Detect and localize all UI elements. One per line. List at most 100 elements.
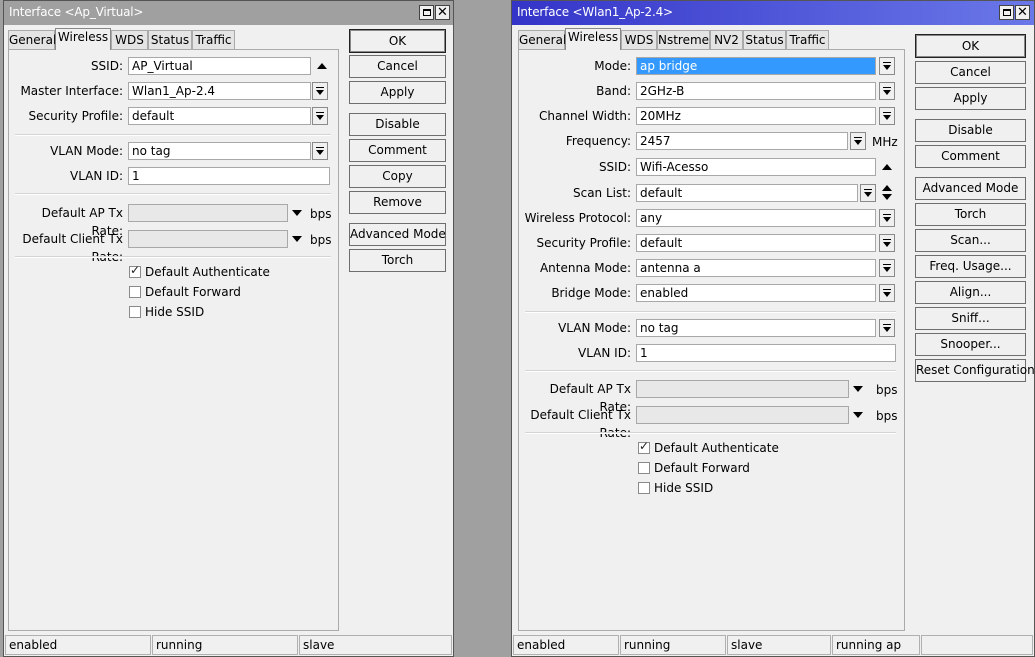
tab-status[interactable]: Status [148, 30, 192, 49]
ssid-label: SSID: [598, 160, 631, 174]
collapse-arrow-icon[interactable] [317, 63, 327, 69]
band-select[interactable]: 2GHz-B [636, 82, 876, 100]
apply-button[interactable]: Apply [349, 81, 446, 104]
cancel-button[interactable]: Cancel [349, 55, 446, 78]
security-profile-select[interactable]: default [636, 234, 876, 252]
tab-wds[interactable]: WDS [621, 30, 657, 49]
tab-nstreme[interactable]: Nstreme [657, 30, 710, 49]
tab-traffic[interactable]: Traffic [786, 30, 829, 49]
ssid-field[interactable]: AP_Virtual [128, 57, 311, 75]
dropdown-arrow-icon[interactable] [853, 412, 863, 418]
mode-select[interactable]: ap bridge [636, 57, 876, 75]
advanced-mode-button[interactable]: Advanced Mode [915, 177, 1026, 200]
master-interface-dropdown-icon[interactable] [312, 82, 328, 100]
align-button[interactable]: Align... [915, 281, 1026, 304]
maximize-icon[interactable] [419, 5, 434, 20]
apply-button[interactable]: Apply [915, 87, 1026, 110]
collapse-arrow-icon[interactable] [882, 164, 892, 170]
frequency-dropdown-icon[interactable] [850, 132, 866, 150]
antenna-mode-label: Antenna Mode: [539, 261, 631, 275]
tab-general[interactable]: General [518, 30, 566, 49]
copy-button[interactable]: Copy [349, 165, 446, 188]
bridge-mode-select[interactable]: enabled [636, 284, 876, 302]
ssid-label: SSID: [90, 59, 123, 73]
freq-usage-button[interactable]: Freq. Usage... [915, 255, 1026, 278]
default-client-tx-rate-field [636, 406, 849, 424]
tab-traffic[interactable]: Traffic [192, 30, 235, 49]
status-empty [921, 635, 1033, 655]
title-bar[interactable]: Interface <Wlan1_Ap-2.4> ✕ [512, 1, 1034, 25]
maximize-icon[interactable] [999, 5, 1014, 20]
vlan-id-field[interactable]: 1 [128, 167, 330, 185]
bridge-mode-dropdown-icon[interactable] [879, 284, 895, 302]
dropdown-arrow-icon[interactable] [853, 386, 863, 392]
wireless-panel: Mode: ap bridge Band: 2GHz-B Channel Wid… [518, 49, 905, 631]
vlan-mode-dropdown-icon[interactable] [879, 319, 895, 337]
ok-button[interactable]: OK [349, 29, 446, 53]
close-icon[interactable]: ✕ [435, 5, 450, 20]
channel-width-select[interactable]: 20MHz [636, 107, 876, 125]
band-dropdown-icon[interactable] [879, 82, 895, 100]
comment-button[interactable]: Comment [915, 145, 1026, 168]
mode-label: Mode: [594, 59, 631, 73]
tab-wireless[interactable]: Wireless [565, 28, 621, 50]
title-bar[interactable]: Interface <Ap_Virtual> ✕ [4, 1, 453, 25]
dropdown-arrow-icon[interactable] [292, 236, 302, 242]
status-slave: slave [727, 635, 831, 655]
hide-ssid-checkbox[interactable] [638, 482, 650, 494]
hide-ssid-checkbox[interactable] [129, 306, 141, 318]
tab-nv2[interactable]: NV2 [710, 30, 743, 49]
ssid-field[interactable]: Wifi-Acesso [636, 158, 876, 176]
default-client-tx-rate-label: Default Client Tx Rate: [22, 232, 123, 264]
sniff-button[interactable]: Sniff... [915, 307, 1026, 330]
security-profile-label: Security Profile: [536, 236, 631, 250]
dropdown-arrow-icon[interactable] [292, 210, 302, 216]
wireless-protocol-dropdown-icon[interactable] [879, 209, 895, 227]
security-profile-dropdown-icon[interactable] [879, 234, 895, 252]
channel-width-dropdown-icon[interactable] [879, 107, 895, 125]
close-icon[interactable]: ✕ [1015, 5, 1030, 20]
remove-button[interactable]: Remove [349, 191, 446, 214]
bps-unit: bps [876, 409, 898, 423]
antenna-mode-select[interactable]: antenna a [636, 259, 876, 277]
scan-list-select[interactable]: default [636, 184, 858, 202]
default-authenticate-checkbox[interactable] [129, 263, 141, 278]
frequency-label: Frequency: [565, 134, 631, 148]
ok-button[interactable]: OK [915, 34, 1026, 58]
advanced-mode-button[interactable]: Advanced Mode [349, 223, 446, 246]
add-remove-arrows-icon[interactable] [882, 185, 892, 201]
torch-button[interactable]: Torch [349, 249, 446, 272]
snooper-button[interactable]: Snooper... [915, 333, 1026, 356]
vlan-mode-dropdown-icon[interactable] [312, 142, 328, 160]
tab-wireless[interactable]: Wireless [55, 28, 111, 50]
tab-status[interactable]: Status [743, 30, 786, 49]
antenna-mode-dropdown-icon[interactable] [879, 259, 895, 277]
comment-button[interactable]: Comment [349, 139, 446, 162]
wireless-protocol-select[interactable]: any [636, 209, 876, 227]
default-forward-checkbox[interactable] [129, 286, 141, 298]
default-forward-checkbox[interactable] [638, 462, 650, 474]
scan-list-dropdown-icon[interactable] [860, 184, 876, 202]
disable-button[interactable]: Disable [349, 113, 446, 136]
security-profile-select[interactable]: default [128, 107, 311, 125]
mode-dropdown-icon[interactable] [879, 57, 895, 75]
tab-wds[interactable]: WDS [111, 30, 148, 49]
master-interface-label: Master Interface: [20, 84, 123, 98]
disable-button[interactable]: Disable [915, 119, 1026, 142]
tab-general[interactable]: General [8, 30, 56, 49]
vlan-mode-select[interactable]: no tag [128, 142, 311, 160]
frequency-select[interactable]: 2457 [636, 132, 848, 150]
default-authenticate-label: Default Authenticate [145, 265, 270, 279]
cancel-button[interactable]: Cancel [915, 61, 1026, 84]
reset-configuration-button[interactable]: Reset Configuration [915, 359, 1035, 382]
master-interface-select[interactable]: Wlan1_Ap-2.4 [128, 82, 311, 100]
security-profile-dropdown-icon[interactable] [312, 107, 328, 125]
wireless-panel: SSID: AP_Virtual Master Interface: Wlan1… [8, 49, 339, 631]
torch-button[interactable]: Torch [915, 203, 1026, 226]
default-authenticate-checkbox[interactable] [638, 439, 650, 454]
scan-button[interactable]: Scan... [915, 229, 1026, 252]
bridge-mode-label: Bridge Mode: [551, 286, 631, 300]
window-title: Interface <Wlan1_Ap-2.4> [517, 5, 673, 19]
vlan-mode-select[interactable]: no tag [636, 319, 876, 337]
vlan-id-field[interactable]: 1 [636, 344, 896, 362]
